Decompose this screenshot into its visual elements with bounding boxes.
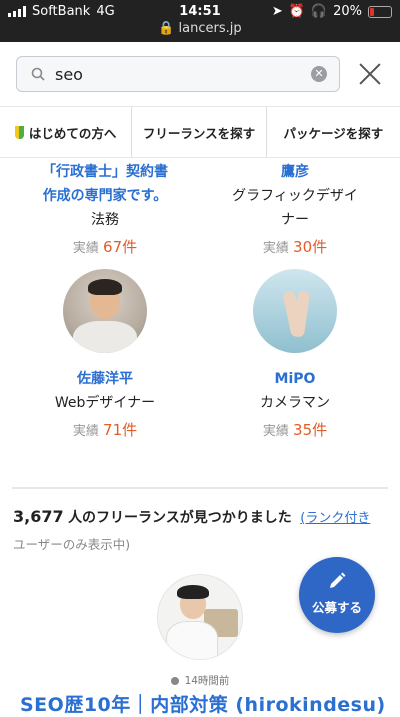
nav-find-packages-label: パッケージを探す [283, 125, 384, 141]
search-row: seo ✕ [0, 42, 400, 106]
pencil-icon [330, 572, 346, 588]
lock-icon: 🔒 [158, 21, 175, 36]
ranked-users-link[interactable]: (ランク付き [300, 511, 370, 526]
location-icon: ➤ [271, 4, 283, 19]
freelancer-card[interactable]: 「行政書士」契約書 作成の専門家です。 法務 実績 67件 [10, 160, 200, 257]
result-count: 3,677 [13, 507, 64, 526]
search-icon [31, 67, 45, 81]
stat-label: 実績 [72, 424, 99, 439]
result-summary: 3,677 人のフリーランスが見つかりました (ランク付き [13, 507, 393, 527]
freelancer-role: Webデザイナー [54, 395, 156, 411]
headphones-icon: 🎧 [310, 4, 328, 19]
freelancer-name[interactable]: 「行政書士」契約書 [10, 160, 200, 184]
close-icon[interactable] [358, 62, 382, 86]
nav-beginner[interactable]: はじめての方へ [0, 107, 131, 157]
freelancer-card[interactable]: 鷹彦 グラフィックデザイ ナー 実績 30件 [200, 160, 390, 257]
freelancer-role: カメラマン [260, 395, 330, 411]
last-seen: 14時間前 [0, 673, 400, 688]
freelancer-card[interactable]: 佐藤洋平 Webデザイナー 実績 71件 [10, 269, 200, 440]
avatar[interactable] [253, 269, 337, 353]
freelancer-stats: 実績 35件 [200, 419, 390, 440]
stat-label: 実績 [262, 241, 289, 256]
stat-label: 実績 [262, 424, 289, 439]
freelancer-card[interactable]: MiPO カメラマン 実績 35件 [200, 269, 390, 440]
battery-percent: 20% [333, 4, 362, 19]
search-query: seo [55, 65, 83, 84]
post-job-label: 公募する [311, 600, 362, 615]
status-dot-icon [170, 677, 179, 685]
stat-value: 30件 [293, 238, 328, 256]
stat-value: 71件 [103, 421, 138, 439]
nav-beginner-label: はじめての方へ [28, 125, 117, 141]
post-job-button[interactable]: 公募する [299, 557, 375, 633]
url-text: lancers.jp [178, 21, 242, 36]
result-note: ユーザーのみ表示中) [13, 537, 131, 552]
battery-icon [368, 5, 392, 18]
address-bar[interactable]: 🔒 lancers.jp [0, 21, 400, 36]
freelancer-role: ナー [281, 212, 309, 228]
stat-value: 35件 [293, 421, 328, 439]
result-text: 人のフリーランスが見つかりました [68, 510, 292, 526]
freelancer-name[interactable]: 鷹彦 [200, 160, 390, 184]
stat-value: 67件 [103, 238, 138, 256]
clear-search-icon[interactable]: ✕ [311, 66, 327, 82]
alarm-icon: ⏰ [288, 4, 305, 19]
freelancer-stats: 実績 71件 [10, 419, 200, 440]
freelancer-name[interactable]: 作成の専門家です。 [10, 184, 200, 208]
freelancer-name[interactable]: MiPO [200, 367, 390, 391]
top-nav: はじめての方へ フリーランスを探す パッケージを探す [0, 106, 400, 158]
beginner-mark-icon [14, 125, 24, 139]
nav-find-freelancers[interactable]: フリーランスを探す [131, 107, 265, 157]
search-input[interactable]: seo ✕ [16, 56, 340, 92]
section-divider [12, 487, 388, 489]
nav-find-freelancers-label: フリーランスを探す [142, 125, 256, 141]
freelancer-role: グラフィックデザイ [232, 188, 358, 204]
freelancer-role: 法務 [91, 212, 119, 228]
last-seen-text: 14時間前 [184, 675, 230, 687]
freelancer-stats: 実績 67件 [10, 236, 200, 257]
status-bar: SoftBank 4G 14:51 ➤ ⏰ 🎧 20% 🔒 lancers.jp [0, 0, 400, 42]
avatar[interactable] [158, 575, 242, 659]
profile-headline[interactable]: SEO歴10年｜内部対策 (hirokindesu) [20, 690, 400, 717]
nav-find-packages[interactable]: パッケージを探す [265, 107, 400, 157]
stat-label: 実績 [72, 241, 99, 256]
avatar[interactable] [63, 269, 147, 353]
freelancer-stats: 実績 30件 [200, 236, 390, 257]
freelancer-name[interactable]: 佐藤洋平 [10, 367, 200, 391]
